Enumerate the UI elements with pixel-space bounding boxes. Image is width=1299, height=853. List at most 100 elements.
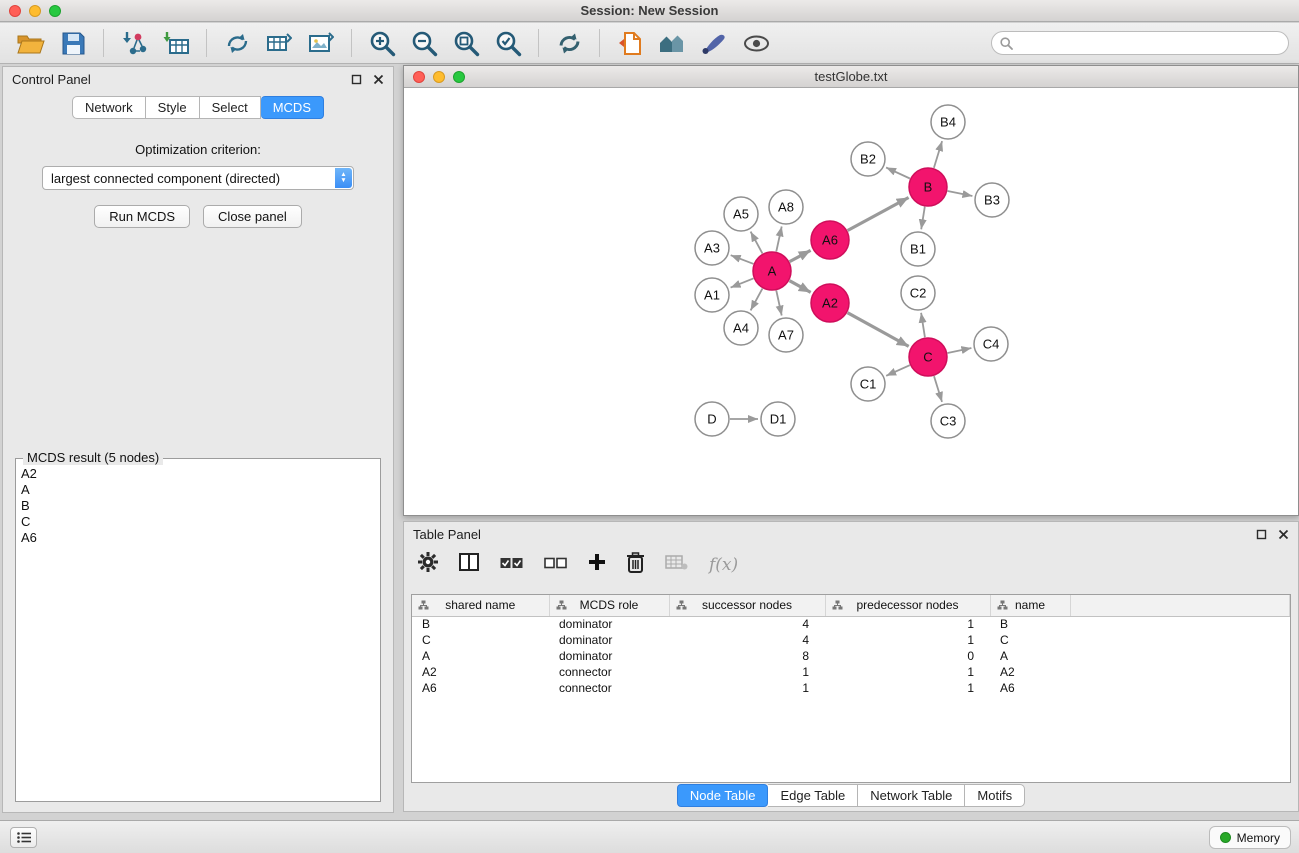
- graph-edge-A-A6[interactable]: [790, 250, 811, 261]
- export-image-button[interactable]: [303, 26, 339, 60]
- import-table-file-button[interactable]: [158, 26, 194, 60]
- table-settings-button[interactable]: [418, 552, 438, 577]
- graph-edge-A2-C[interactable]: [848, 313, 909, 347]
- search-box[interactable]: [991, 31, 1289, 55]
- graph-node-A8[interactable]: A8: [769, 190, 803, 224]
- node-table[interactable]: shared name MCDS role successor nodes pr…: [411, 594, 1291, 783]
- graph-edge-A-A1[interactable]: [731, 278, 754, 287]
- mcds-result-item[interactable]: B: [21, 498, 380, 514]
- open-document-button[interactable]: [612, 26, 648, 60]
- dropdown-stepper-icon[interactable]: ▲▼: [335, 168, 352, 188]
- home-button[interactable]: [654, 26, 690, 60]
- graph-node-C4[interactable]: C4: [974, 327, 1008, 361]
- tab-select[interactable]: Select: [200, 96, 261, 119]
- function-builder-button[interactable]: f(x): [709, 555, 738, 575]
- tab-network-table[interactable]: Network Table: [858, 784, 965, 807]
- zoom-in-button[interactable]: [364, 26, 400, 60]
- graph-edge-A-A2[interactable]: [790, 281, 811, 293]
- graph-edge-B-B4[interactable]: [934, 141, 942, 168]
- tab-motifs[interactable]: Motifs: [965, 784, 1025, 807]
- column-header-predecessor-nodes[interactable]: predecessor nodes: [825, 595, 990, 616]
- float-panel-icon[interactable]: [351, 74, 362, 85]
- tab-node-table[interactable]: Node Table: [677, 784, 769, 807]
- graph-node-A2[interactable]: A2: [811, 284, 849, 322]
- minimize-window-button[interactable]: [29, 5, 41, 17]
- graph-node-B2[interactable]: B2: [851, 142, 885, 176]
- float-table-panel-icon[interactable]: [1256, 529, 1267, 540]
- graph-edge-A-A7[interactable]: [776, 291, 781, 316]
- save-session-button[interactable]: [55, 26, 91, 60]
- mcds-result-item[interactable]: A2: [21, 466, 380, 482]
- zoom-out-button[interactable]: [406, 26, 442, 60]
- graph-node-C3[interactable]: C3: [931, 404, 965, 438]
- close-window-button[interactable]: [9, 5, 21, 17]
- zoom-fit-button[interactable]: [448, 26, 484, 60]
- network-window-titlebar[interactable]: testGlobe.txt: [404, 66, 1298, 88]
- graph-node-C[interactable]: C: [909, 338, 947, 376]
- column-header-shared-name[interactable]: shared name: [412, 595, 549, 616]
- graph-edge-A6-B[interactable]: [848, 198, 909, 231]
- tab-edge-table[interactable]: Edge Table: [768, 784, 858, 807]
- select-all-button[interactable]: [500, 556, 523, 574]
- graph-node-A[interactable]: A: [753, 252, 791, 290]
- table-row[interactable]: A6connector11A6: [412, 680, 1290, 696]
- graph-edge-C-C2[interactable]: [921, 313, 925, 337]
- graph-edge-B-B2[interactable]: [886, 168, 910, 179]
- graph-node-A1[interactable]: A1: [695, 278, 729, 312]
- network-canvas[interactable]: B4B2BB3A5A8A6B1A3AC2A1A2A4A7C4CC1C3DD1: [404, 89, 1298, 515]
- graph-node-B4[interactable]: B4: [931, 105, 965, 139]
- graph-node-A7[interactable]: A7: [769, 318, 803, 352]
- table-row[interactable]: Adominator80A: [412, 648, 1290, 664]
- mcds-result-item[interactable]: A6: [21, 530, 380, 546]
- run-mcds-button[interactable]: Run MCDS: [94, 205, 190, 228]
- graph-node-B[interactable]: B: [909, 168, 947, 206]
- zoom-selected-button[interactable]: [490, 26, 526, 60]
- task-history-button[interactable]: [10, 827, 37, 848]
- graph-node-C1[interactable]: C1: [851, 367, 885, 401]
- graph-edge-B-B3[interactable]: [948, 191, 973, 196]
- table-row[interactable]: Cdominator41C: [412, 632, 1290, 648]
- graph-edge-A-A4[interactable]: [751, 289, 763, 311]
- table-row[interactable]: A2connector11A2: [412, 664, 1290, 680]
- show-hide-button[interactable]: [738, 26, 774, 60]
- deselect-all-button[interactable]: [544, 556, 567, 574]
- network-graph[interactable]: B4B2BB3A5A8A6B1A3AC2A1A2A4A7C4CC1C3DD1: [404, 89, 1298, 516]
- graph-node-B3[interactable]: B3: [975, 183, 1009, 217]
- graph-edge-C-C1[interactable]: [886, 365, 910, 376]
- close-table-panel-icon[interactable]: [1278, 529, 1289, 540]
- close-panel-icon[interactable]: [373, 74, 384, 85]
- open-file-button[interactable]: [13, 26, 49, 60]
- graph-edge-C-C4[interactable]: [948, 348, 972, 353]
- network-close-button[interactable]: [413, 71, 425, 83]
- graph-node-C2[interactable]: C2: [901, 276, 935, 310]
- delete-column-button[interactable]: [627, 552, 644, 578]
- graph-node-A5[interactable]: A5: [724, 197, 758, 231]
- network-zoom-button[interactable]: [453, 71, 465, 83]
- add-column-button[interactable]: [588, 553, 606, 576]
- delete-table-button[interactable]: [665, 555, 688, 575]
- mcds-result-item[interactable]: A: [21, 482, 380, 498]
- show-columns-button[interactable]: [459, 553, 479, 576]
- graph-edge-C-C3[interactable]: [934, 376, 942, 402]
- memory-button[interactable]: Memory: [1209, 826, 1291, 849]
- close-panel-button[interactable]: Close panel: [203, 205, 302, 228]
- graph-edge-B-B1[interactable]: [921, 207, 925, 230]
- graph-node-A3[interactable]: A3: [695, 231, 729, 265]
- graph-node-B1[interactable]: B1: [901, 232, 935, 266]
- graph-edge-A-A8[interactable]: [776, 227, 781, 252]
- criterion-dropdown[interactable]: largest connected component (directed) ▲…: [42, 166, 354, 190]
- style-brush-button[interactable]: [696, 26, 732, 60]
- export-table-button[interactable]: [261, 26, 297, 60]
- fullscreen-window-button[interactable]: [49, 5, 61, 17]
- graph-node-A4[interactable]: A4: [724, 311, 758, 345]
- table-row[interactable]: Bdominator41B: [412, 616, 1290, 632]
- tab-style[interactable]: Style: [146, 96, 200, 119]
- column-header-name[interactable]: name: [990, 595, 1070, 616]
- column-header-mcds-role[interactable]: MCDS role: [549, 595, 669, 616]
- tab-network[interactable]: Network: [72, 96, 146, 119]
- graph-edge-A-A3[interactable]: [731, 255, 754, 264]
- network-minimize-button[interactable]: [433, 71, 445, 83]
- clone-network-button[interactable]: [219, 26, 255, 60]
- graph-node-D1[interactable]: D1: [761, 402, 795, 436]
- tab-mcds[interactable]: MCDS: [261, 96, 324, 119]
